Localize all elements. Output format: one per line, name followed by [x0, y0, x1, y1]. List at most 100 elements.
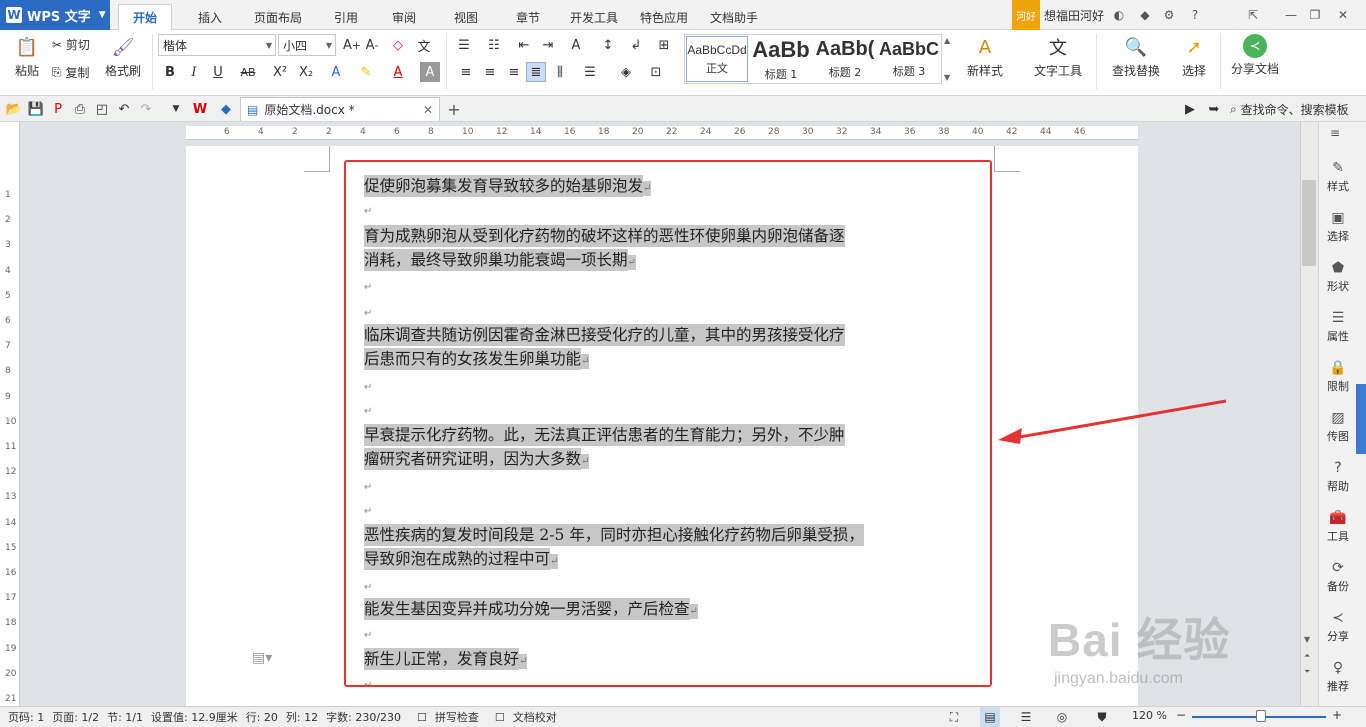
web-view-icon[interactable]: ◎ [1052, 707, 1072, 727]
cut-button[interactable]: ✂ 剪切 [52, 36, 90, 53]
paste-button[interactable]: 📋 粘贴 [6, 34, 48, 79]
close-icon[interactable]: ✕ [1334, 5, 1352, 25]
table-icon[interactable]: ⊞ [654, 35, 674, 55]
underline-icon[interactable]: U [208, 62, 228, 82]
style-item[interactable]: AaBbCcDd 正文 [686, 36, 748, 82]
share-doc-button[interactable]: ≺ 分享文档 [1228, 34, 1282, 77]
zoom-out-icon[interactable]: − [1176, 708, 1186, 722]
chevron-down-icon[interactable]: ▼ [166, 99, 186, 119]
tab-document[interactable]: ▤ 原始文档.docx * ✕ [240, 97, 440, 121]
print-icon[interactable]: ⎙ [70, 99, 90, 119]
pane-button[interactable]: ☰ 属性 [1318, 310, 1358, 344]
menu-tab[interactable]: 审阅 [378, 4, 430, 30]
menu-tab[interactable]: 视图 [440, 4, 492, 30]
line-spacing-icon[interactable]: ☰ [580, 62, 600, 82]
numbered-list-icon[interactable]: ☷ [484, 35, 504, 55]
menu-tab[interactable]: 开始 [118, 4, 173, 30]
minimize-icon[interactable]: — [1282, 5, 1300, 25]
font-size-select[interactable]: 小四 ▼ [278, 34, 336, 56]
restore-icon[interactable]: ❐ [1306, 5, 1324, 25]
scroll-buttons[interactable]: ▼ ⏶ ⏷ [1304, 632, 1310, 680]
increase-indent-icon[interactable]: ⇥ [538, 35, 558, 55]
skin-icon[interactable]: ◐ [1110, 5, 1128, 25]
menu-tab[interactable]: 特色应用 [626, 4, 702, 30]
pdf-icon[interactable]: P [48, 99, 68, 119]
status-page-number[interactable]: 页码: 1 [8, 709, 44, 725]
pane-button[interactable]: 🔒 限制 [1318, 360, 1358, 394]
page-view-icon[interactable]: ▤ [980, 707, 1000, 727]
chinese-layout-icon[interactable]: A [566, 35, 586, 55]
proofread-toggle[interactable]: ☐ 文档校对 [487, 709, 557, 725]
pane-button[interactable]: ♀ 推荐 [1318, 660, 1358, 694]
zoom-in-icon[interactable]: + [1332, 708, 1342, 722]
pane-button[interactable]: ▣ 选择 [1318, 210, 1358, 244]
status-setting[interactable]: 设置值: 12.9厘米 [151, 709, 238, 725]
shading-icon[interactable]: ◈ [616, 62, 636, 82]
cube-icon[interactable]: ◆ [216, 99, 236, 119]
preview-icon[interactable]: ◰ [92, 99, 112, 119]
spell-check-toggle[interactable]: ☐ 拼写检查 [409, 709, 479, 725]
status-section[interactable]: 节: 1/1 [107, 709, 143, 725]
pane-button[interactable]: ⬟ 形状 [1318, 260, 1358, 294]
prev-page-icon[interactable]: ⏶ [1304, 648, 1310, 664]
pane-button[interactable]: ✎ 样式 [1318, 160, 1358, 194]
distribute-icon[interactable]: ⫼ [550, 62, 570, 82]
cloud-icon[interactable]: ◆ [1136, 5, 1154, 25]
chevron-down-icon[interactable]: ▼ [1304, 632, 1310, 648]
decrease-indent-icon[interactable]: ⇤ [514, 35, 534, 55]
wps-home-icon[interactable]: W [190, 99, 210, 119]
pane-button[interactable]: ? 帮助 [1318, 460, 1358, 494]
vertical-ruler[interactable]: 1 2 3 4 5 6 7 8 9 10 11 12 13 14 15 16 17 18 19 20 21 [0, 122, 20, 706]
align-left-icon[interactable]: ≡ [456, 62, 476, 82]
forward-icon[interactable]: ➥ [1204, 99, 1224, 119]
select-button[interactable]: ➚ 选择 [1174, 34, 1214, 79]
open-icon[interactable]: 📂 [4, 99, 24, 119]
bold-icon[interactable]: B [160, 62, 180, 82]
pane-menu-icon[interactable]: ≡ [1330, 126, 1340, 140]
font-color-icon[interactable]: A [388, 62, 408, 82]
align-center-icon[interactable]: ≡ [480, 62, 500, 82]
zoom-level[interactable]: 120 % [1132, 709, 1167, 722]
search-command[interactable]: ⌕ 查找命令、搜索模板 [1230, 101, 1349, 118]
pane-button[interactable]: 🧰 工具 [1318, 510, 1358, 544]
status-word-count[interactable]: 字数: 230/230 [326, 709, 401, 725]
fullscreen-icon[interactable]: ⛶ [944, 707, 964, 727]
app-menu-button[interactable]: W WPS 文字 ▼ [0, 0, 110, 30]
scrollbar-thumb[interactable] [1302, 180, 1316, 266]
menu-tab[interactable]: 章节 [502, 4, 554, 30]
sort-icon[interactable]: ↕ [598, 35, 618, 55]
menu-tab[interactable]: 引用 [320, 4, 372, 30]
pane-button[interactable]: ⟳ 备份 [1318, 560, 1358, 594]
close-tab-icon[interactable]: ✕ [423, 103, 433, 117]
clear-format-icon[interactable]: ◇ [388, 35, 408, 55]
italic-icon[interactable]: I [184, 62, 204, 82]
redo-icon[interactable]: ↷ [136, 99, 156, 119]
strikethrough-icon[interactable]: AB [238, 62, 258, 82]
menu-tab[interactable]: 插入 [184, 4, 236, 30]
next-page-icon[interactable]: ⏷ [1304, 664, 1310, 680]
find-replace-button[interactable]: 🔍 查找替换 [1104, 34, 1168, 79]
settings-icon[interactable]: ⚙ [1160, 5, 1178, 25]
shrink-font-icon[interactable]: A- [362, 35, 382, 55]
status-column[interactable]: 列: 12 [286, 709, 318, 725]
align-right-icon[interactable]: ≡ [504, 62, 524, 82]
format-painter-button[interactable]: 🖌 格式刷 [100, 34, 146, 79]
pinyin-icon[interactable]: 文 [414, 35, 434, 55]
horizontal-ruler[interactable]: 6 4 2 2 4 6 8 10 12 14 16 18 20 22 24 26 28 30 32 34 36 38 40 4… [186, 126, 1138, 140]
bullet-list-icon[interactable]: ☰ [454, 35, 474, 55]
highlight-icon[interactable]: ✎ [356, 62, 376, 82]
menu-tab[interactable]: 开发工具 [556, 4, 632, 30]
menu-tab[interactable]: 页面布局 [240, 4, 316, 30]
style-item[interactable]: AaBbC 标题 3 [878, 36, 940, 82]
border-icon[interactable]: ⊡ [646, 62, 666, 82]
copy-button[interactable]: ⎘ 复制 [52, 64, 89, 81]
new-tab-icon[interactable]: + [444, 99, 464, 119]
user-avatar[interactable]: 河好 [1012, 0, 1040, 30]
save-icon[interactable]: 💾 [26, 99, 46, 119]
char-shading-icon[interactable]: A [420, 62, 440, 82]
justify-icon[interactable]: ≣ [526, 62, 546, 82]
collapse-ribbon-icon[interactable]: ⇱ [1244, 5, 1262, 25]
protect-view-icon[interactable]: ⛊ [1092, 707, 1112, 727]
video-icon[interactable]: ▶ [1180, 99, 1200, 119]
font-name-select[interactable]: 楷体 ▼ [158, 34, 276, 56]
